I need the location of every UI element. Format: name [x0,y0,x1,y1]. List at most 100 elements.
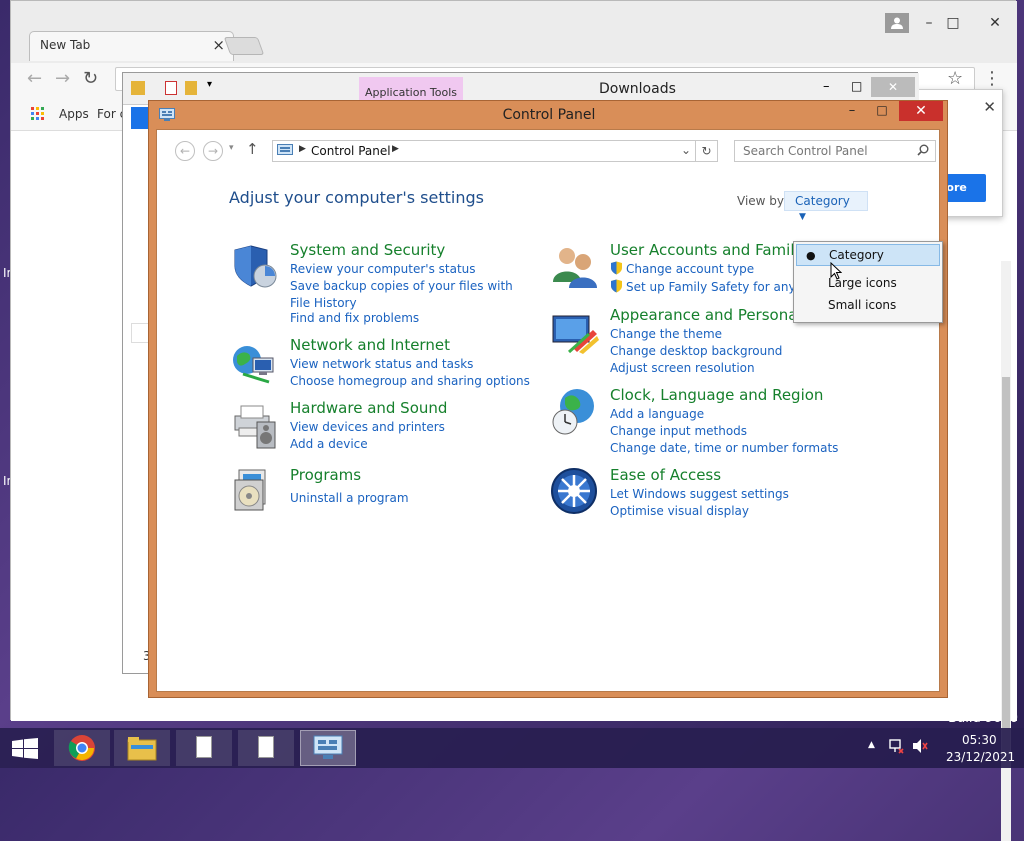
uac-shield-icon [610,261,623,278]
explorer-title: Downloads [599,81,676,97]
category-link[interactable]: Add a language [610,406,704,423]
category-link[interactable]: Set up Family Safety for any us [626,279,813,296]
breadcrumb[interactable]: Control Panel [311,144,391,158]
category-link[interactable]: Change desktop background [610,343,782,360]
new-tab-button[interactable] [223,37,265,55]
forward-button[interactable]: → [203,141,223,161]
ease-of-access-icon [549,466,601,518]
close-button[interactable]: ✕ [977,13,1013,33]
network-icon[interactable] [888,738,904,757]
menu-icon[interactable]: ⋮ [983,68,1001,89]
control-panel-window: Control Panel – □ ✕ ← → ▾ ↑ ▶ Control Pa… [148,100,948,698]
category-link[interactable]: Change date, time or number formats [610,440,838,457]
notepad-taskbar-button[interactable] [176,730,232,766]
view-menu-item-large-icons[interactable]: Large icons [796,273,940,295]
users-icon [549,242,601,294]
category-link[interactable]: Choose homegroup and sharing options [290,373,530,390]
category-link[interactable]: Let Windows suggest settings [610,486,789,503]
category-title[interactable]: Ease of Access [610,466,721,484]
close-button[interactable]: ✕ [899,101,943,121]
globe-clock-icon [549,386,601,438]
view-by-dropdown[interactable]: Category ▼ [784,191,868,222]
menu-item-label: Category [829,248,884,262]
search-icon[interactable] [917,144,929,159]
category-link[interactable]: Change account type [626,261,754,278]
maximize-button[interactable]: □ [871,103,893,121]
category-title[interactable]: Hardware and Sound [290,399,447,417]
view-menu-item-category[interactable]: ● Category [796,244,940,266]
refresh-button[interactable]: ↻ [696,140,718,162]
maximize-button[interactable]: □ [941,13,965,33]
category-title[interactable]: User Accounts and Family [610,241,803,259]
radio-bullet-icon: ● [806,249,816,262]
forward-icon[interactable]: → [55,68,70,89]
chevron-down-icon[interactable]: ▾ [229,143,234,153]
back-button[interactable]: ← [175,141,195,161]
clock-date[interactable]: 23/12/2021 [946,750,1015,764]
control-panel-taskbar-button[interactable] [300,730,356,766]
menu-item-label: Small icons [828,298,897,312]
address-bar[interactable]: ▶ Control Panel ▶ ⌄ [272,140,696,162]
notepad-taskbar-button[interactable] [238,730,294,766]
control-panel-icon [277,144,293,158]
category-link[interactable]: Add a device [290,436,368,453]
reload-icon[interactable]: ↻ [83,68,98,89]
apps-grid-icon [31,107,45,121]
minimize-button[interactable]: – [917,13,941,33]
category-link[interactable]: Optimise visual display [610,503,749,520]
category-link[interactable]: Adjust screen resolution [610,360,755,377]
up-arrow-icon[interactable]: ↑ [246,140,259,158]
minimize-button[interactable]: – [823,79,830,94]
view-by-menu: ● Category Large icons Small icons [793,241,943,323]
category-title[interactable]: Network and Internet [290,336,450,354]
category-link[interactable]: Save backup copies of your files with Fi… [290,278,530,312]
mouse-cursor-icon [830,261,843,283]
category-title[interactable]: System and Security [290,241,445,259]
apps-bookmark[interactable]: Apps [59,107,89,121]
category-title[interactable]: Programs [290,466,361,484]
category-title[interactable]: Clock, Language and Region [610,386,823,404]
new-folder-icon[interactable] [185,81,197,95]
category-link[interactable]: Review your computer's status [290,261,476,278]
network-globe-icon [229,338,281,390]
category-link[interactable]: Uninstall a program [290,490,409,507]
user-icon[interactable] [885,13,909,33]
category-link[interactable]: Change input methods [610,423,747,440]
category-link[interactable]: Change the theme [610,326,722,343]
chevron-right-icon[interactable]: ▶ [299,144,306,154]
star-icon[interactable]: ☆ [947,68,963,89]
properties-icon[interactable] [165,81,177,95]
window-title: Control Panel [502,107,596,123]
close-button[interactable]: ✕ [871,77,915,97]
view-by-label: View by: [737,194,788,208]
chrome-taskbar-button[interactable] [54,730,110,766]
chrome-tab[interactable]: New Tab × [29,31,234,61]
tray-expand-icon[interactable]: ▲ [868,740,875,750]
clock-time[interactable]: 05:30 [962,733,997,747]
chevron-down-icon[interactable]: ⌄ [681,143,691,157]
view-menu-item-small-icons[interactable]: Small icons [796,295,940,317]
chrome-tab-title: New Tab [40,38,91,52]
chevron-down-icon[interactable]: ▾ [207,79,212,90]
chevron-right-icon[interactable]: ▶ [392,144,399,154]
category-link[interactable]: View network status and tasks [290,356,473,373]
minimize-button[interactable]: – [841,103,863,121]
back-icon[interactable]: ← [27,68,42,89]
close-icon[interactable]: × [212,36,225,54]
printer-speaker-icon [229,400,281,452]
search-placeholder: Search Control Panel [743,144,868,158]
control-panel-titlebar: Control Panel – □ ✕ [149,101,949,129]
scrollbar-thumb[interactable] [1002,377,1010,761]
category-link[interactable]: Find and fix problems [290,310,419,327]
document-icon [196,736,212,758]
explorer-taskbar-button[interactable] [114,730,170,766]
volume-muted-icon[interactable] [912,738,928,757]
close-icon[interactable]: ✕ [983,98,996,116]
windows-start-icon[interactable] [12,738,38,763]
shield-icon [229,242,281,294]
view-by-value: Category [795,194,850,208]
search-input[interactable]: Search Control Panel [734,140,936,162]
maximize-button[interactable]: □ [851,79,862,93]
category-link[interactable]: View devices and printers [290,419,445,436]
uac-shield-icon [610,279,623,296]
